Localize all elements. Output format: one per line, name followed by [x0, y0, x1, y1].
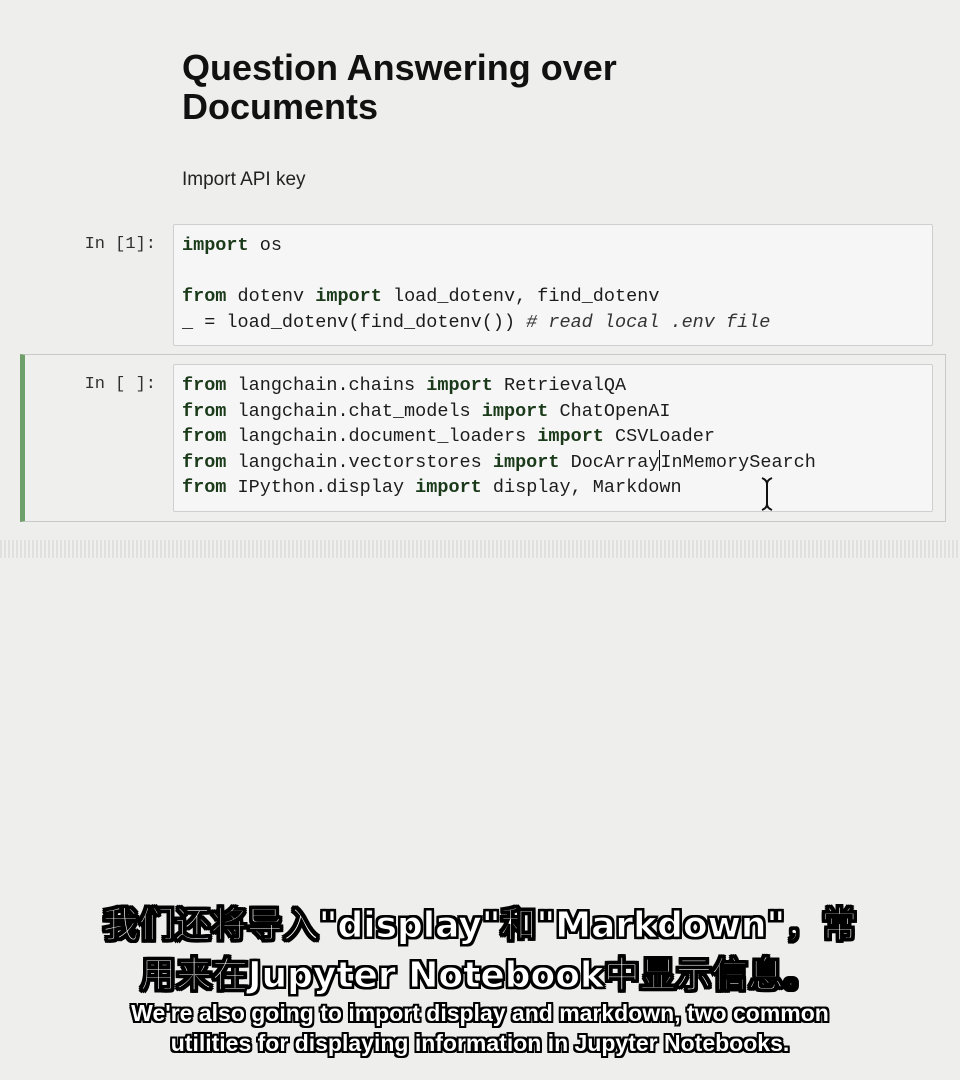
keyword: from [182, 477, 227, 499]
notebook-heading: Question Answering over Documents [182, 48, 782, 126]
code-text: load_dotenv, find_dotenv [381, 286, 660, 308]
keyword: from [182, 400, 227, 422]
code-line: from IPython.display import display, Mar… [182, 477, 682, 498]
code-line: from langchain.chat_models import ChatOp… [182, 401, 671, 422]
cell-1-input[interactable]: import os from dotenv import load_dotenv… [173, 224, 933, 346]
code-text: _ = load_dotenv(find_dotenv()) [182, 311, 527, 333]
notebook-bottom-divider [0, 540, 960, 558]
cell-1-prompt: In [1]: [84, 235, 156, 254]
keyword: from [182, 426, 227, 448]
code-text: dotenv [226, 286, 316, 308]
keyword: import [415, 477, 482, 499]
code-text: DocArray [559, 451, 660, 473]
code-line: from langchain.vectorstores import DocAr… [182, 449, 816, 473]
code-text: langchain.document_loaders [226, 426, 538, 448]
cell-2-input[interactable]: from langchain.chains import RetrievalQA… [173, 364, 933, 512]
heading-line-2: Documents [182, 86, 379, 127]
heading-line-1: Question Answering over [182, 47, 617, 88]
ibeam-cursor-icon [761, 477, 773, 511]
code-text: display, Markdown [481, 477, 682, 499]
cell-1-code[interactable]: import os from dotenv import load_dotenv… [174, 225, 932, 335]
code-line: from dotenv import load_dotenv, find_dot… [182, 286, 659, 307]
code-text: RetrievalQA [492, 375, 627, 396]
keyword: import [426, 375, 493, 396]
keyword: import [315, 286, 382, 308]
keyword: from [182, 375, 227, 396]
code-line: import os [182, 235, 282, 256]
code-text: os [248, 235, 282, 256]
cell-2-prompt: In [ ]: [84, 375, 156, 394]
code-text: langchain.chat_models [226, 400, 482, 422]
subtitle-chinese-line-2: 用来在Jupyter Notebook中显示信息。 [140, 955, 821, 997]
keyword: import [537, 426, 604, 448]
code-text: langchain.vectorstores [226, 451, 493, 473]
keyword: from [182, 286, 227, 308]
keyword: import [492, 451, 560, 473]
code-text: langchain.chains [226, 375, 427, 396]
code-text: ChatOpenAI [548, 400, 671, 422]
code-line: _ = load_dotenv(find_dotenv()) # read lo… [182, 312, 770, 333]
keyword: import [481, 400, 549, 422]
code-line: from langchain.chains import RetrievalQA [182, 375, 626, 396]
keyword: from [182, 451, 227, 473]
code-comment: # read local .env file [526, 311, 771, 333]
markdown-text-import-api-key: Import API key [182, 169, 306, 190]
keyword: import [182, 235, 249, 256]
subtitle-english-line-1: We're also going to import display and m… [131, 1000, 829, 1026]
code-text: CSVLoader [603, 426, 715, 448]
notebook-area: Question Answering over Documents Import… [0, 0, 960, 560]
subtitle-chinese-line-1: 我们还将导入"display"和"Markdown"，常 [102, 905, 858, 947]
cell-2-code[interactable]: from langchain.chains import RetrievalQA… [174, 365, 932, 501]
code-text: InMemorySearch [660, 451, 816, 473]
code-text: IPython.display [226, 477, 416, 499]
code-line: from langchain.document_loaders import C… [182, 426, 715, 447]
subtitle-english-line-2: utilities for displaying information in … [170, 1030, 790, 1056]
